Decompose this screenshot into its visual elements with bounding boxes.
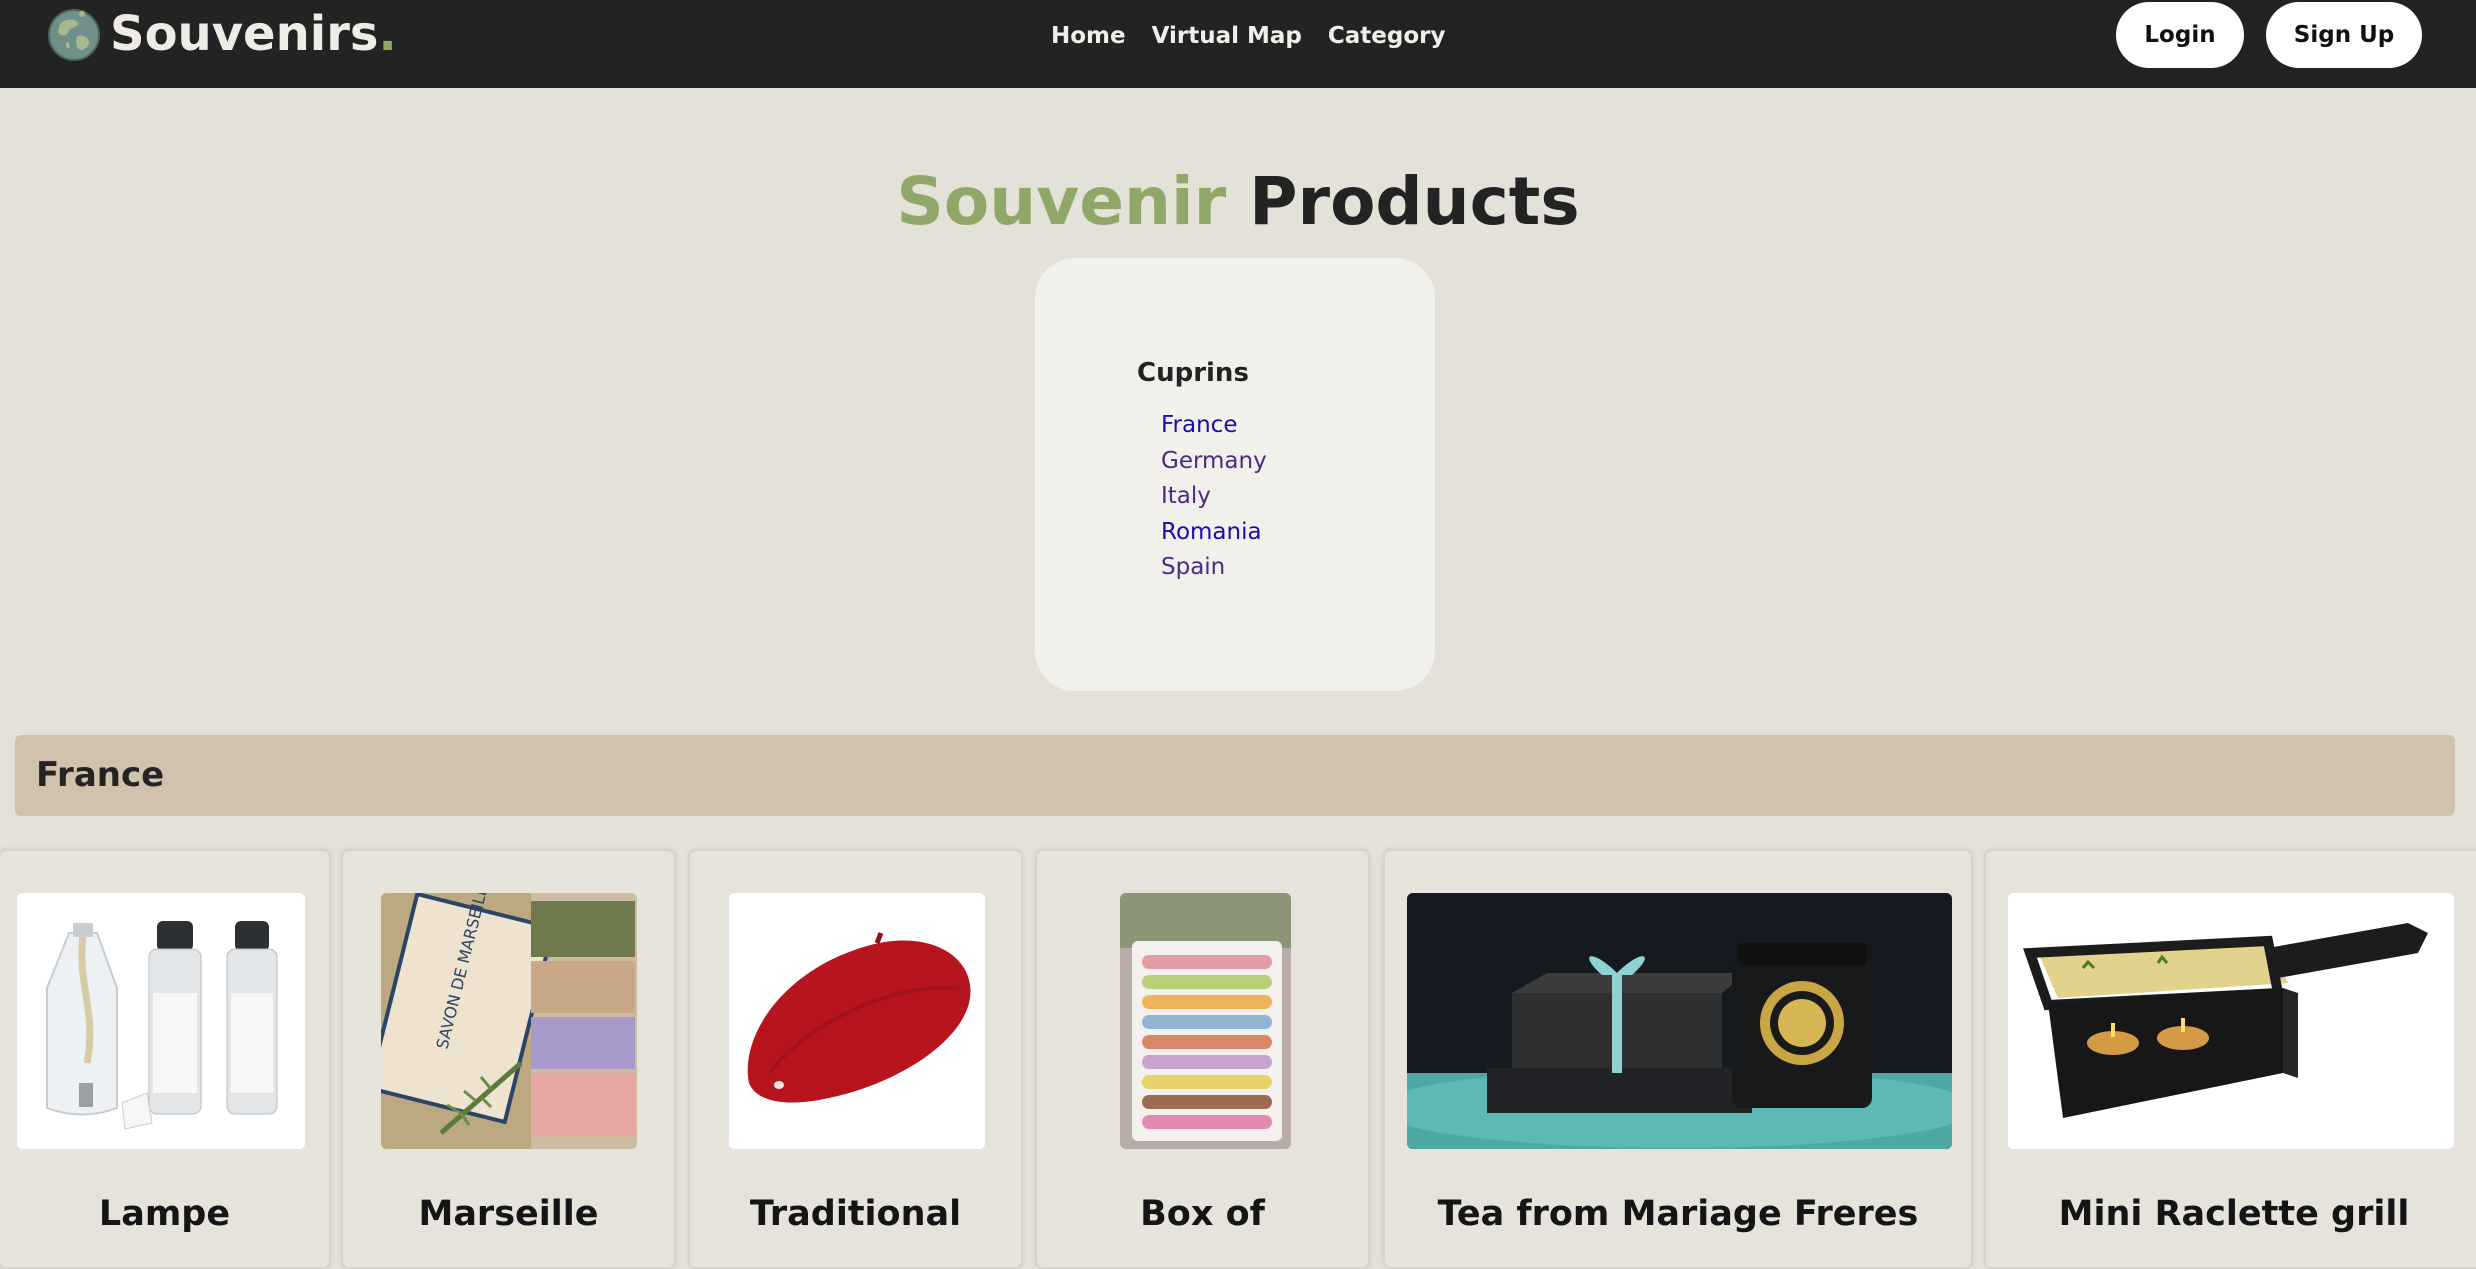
product-card-tea-mariage-freres[interactable]: Tea from Mariage Freres bbox=[1383, 849, 1973, 1269]
country-link-italy[interactable]: Italy bbox=[1161, 483, 1211, 509]
list-item: France bbox=[1161, 408, 1267, 444]
toc-heading: Cuprins bbox=[1137, 358, 1249, 388]
lampe-berger-bottles-image bbox=[17, 893, 305, 1149]
product-card-mini-raclette-grill[interactable]: Mini Raclette grill bbox=[1984, 849, 2476, 1269]
top-navbar: Souvenirs. Home Virtual Map Category Log… bbox=[0, 0, 2476, 88]
product-title: Mini Raclette grill bbox=[2058, 1194, 2410, 1234]
product-title: Traditional bbox=[749, 1194, 962, 1234]
macarons-box-image bbox=[1120, 893, 1291, 1149]
product-card-traditional[interactable]: Traditional bbox=[688, 849, 1023, 1269]
page-title-main: Products bbox=[1249, 163, 1580, 240]
country-section-header: France bbox=[15, 735, 2455, 816]
product-title: Marseille bbox=[418, 1194, 599, 1234]
main-nav: Home Virtual Map Category bbox=[1051, 20, 1472, 52]
product-title: Tea from Mariage Freres bbox=[1437, 1194, 1919, 1234]
signup-button[interactable]: Sign Up bbox=[2266, 2, 2422, 68]
brand-logo[interactable]: Souvenirs. bbox=[46, 6, 397, 62]
country-link-germany[interactable]: Germany bbox=[1161, 448, 1267, 474]
brand-dot: . bbox=[378, 6, 397, 62]
nav-category[interactable]: Category bbox=[1328, 20, 1446, 52]
red-beret-image bbox=[729, 893, 985, 1149]
country-link-spain[interactable]: Spain bbox=[1161, 554, 1225, 580]
marseille-soap-image: SAVON DE MARSEILLE bbox=[381, 893, 637, 1149]
product-title: Box of bbox=[1140, 1194, 1265, 1234]
product-card-marseille[interactable]: SAVON DE MARSEILLE Marseille bbox=[341, 849, 676, 1269]
list-item: Romania bbox=[1161, 515, 1267, 551]
nav-virtual-map[interactable]: Virtual Map bbox=[1152, 20, 1302, 52]
product-card-lampe[interactable]: Lampe bbox=[0, 849, 331, 1269]
tea-gift-box-image bbox=[1407, 893, 1952, 1149]
country-list: France Germany Italy Romania Spain bbox=[1161, 408, 1267, 586]
list-item: Italy bbox=[1161, 479, 1267, 515]
section-title: France bbox=[36, 755, 165, 795]
page-title: Souvenir Products bbox=[0, 160, 2476, 244]
brand-name: Souvenirs bbox=[110, 6, 379, 62]
raclette-grill-image bbox=[2008, 893, 2454, 1149]
globe-icon bbox=[48, 9, 100, 61]
country-toc-box: Cuprins France Germany Italy Romania Spa… bbox=[1035, 258, 1435, 691]
nav-home[interactable]: Home bbox=[1051, 20, 1126, 52]
product-title: Lampe bbox=[98, 1194, 231, 1234]
list-item: Germany bbox=[1161, 444, 1267, 480]
page-title-accent: Souvenir bbox=[896, 163, 1227, 240]
country-link-romania[interactable]: Romania bbox=[1161, 519, 1262, 545]
list-item: Spain bbox=[1161, 550, 1267, 586]
product-card-box-of[interactable]: Box of bbox=[1035, 849, 1370, 1269]
login-button[interactable]: Login bbox=[2116, 2, 2244, 68]
country-link-france[interactable]: France bbox=[1161, 412, 1237, 438]
